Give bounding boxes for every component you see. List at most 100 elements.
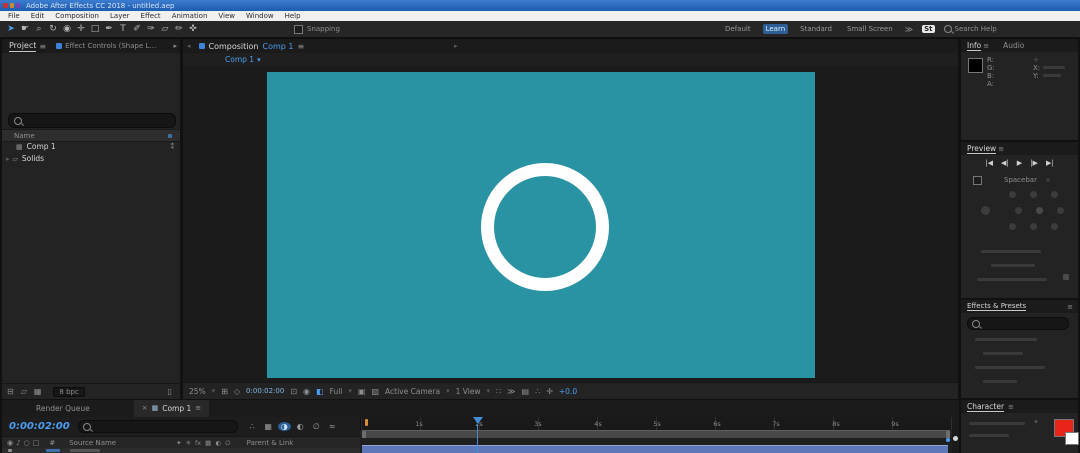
navigator-comp-link[interactable]: Comp 1 — [225, 55, 254, 64]
trash-icon[interactable]: ▯ — [168, 387, 172, 396]
graph-editor-icon[interactable]: ≈ — [326, 422, 339, 431]
bit-depth-button[interactable]: 8 bpc — [53, 387, 84, 397]
preview-shortcut-row[interactable]: Spacebar × — [961, 174, 1078, 186]
snapping-control[interactable]: Snapping — [294, 25, 340, 34]
reset-icon[interactable]: × — [1045, 176, 1051, 184]
workspace-default[interactable]: Default — [722, 24, 754, 34]
include-video-icon[interactable] — [1009, 191, 1016, 198]
menu-edit[interactable]: Edit — [31, 12, 45, 20]
effects-category-row[interactable] — [983, 380, 1017, 383]
tab-overflow-icon[interactable]: ▸ — [173, 42, 177, 50]
effects-search-input[interactable] — [967, 317, 1069, 330]
option-icon[interactable] — [1051, 223, 1058, 230]
include-audio-icon[interactable] — [1030, 191, 1037, 198]
project-panel-menu-icon[interactable]: ≡ — [39, 42, 46, 51]
last-frame-button[interactable]: ▶| — [1046, 159, 1054, 167]
range-icon[interactable] — [1036, 207, 1043, 214]
track-area[interactable] — [360, 438, 952, 453]
camera-tool-icon[interactable]: ◉ — [60, 24, 74, 34]
tab-composition[interactable]: Composition — [209, 42, 259, 51]
layer-label-chip[interactable] — [46, 449, 60, 452]
zoom-slider-knob[interactable] — [953, 436, 958, 441]
grid-guides-icon[interactable]: ⊞ — [221, 387, 228, 396]
shape-tool-icon[interactable]: □ — [88, 24, 102, 34]
pen-tool-icon[interactable]: ✒ — [102, 24, 116, 34]
timeline-search-input[interactable] — [78, 420, 238, 433]
comp-marker[interactable] — [365, 419, 368, 426]
workspace-small-screen[interactable]: Small Screen — [844, 24, 896, 34]
navigator-dropdown-icon[interactable]: ▾ — [257, 56, 261, 64]
resolution-select[interactable]: Full — [330, 387, 343, 396]
current-timecode[interactable]: 0:00:02:00 — [9, 421, 70, 432]
expand-arrow-icon[interactable]: ▸ — [6, 155, 10, 163]
hand-tool-icon[interactable]: ☛ — [18, 24, 32, 34]
panel-scroll-left-icon[interactable]: ◂ — [187, 42, 191, 50]
next-frame-button[interactable]: |▶ — [1030, 159, 1038, 167]
close-tab-icon[interactable]: × — [142, 404, 148, 412]
cache-icon[interactable] — [1015, 207, 1022, 214]
brush-tool-icon[interactable]: ✐ — [130, 24, 144, 34]
show-snapshot-icon[interactable]: ◉ — [303, 387, 310, 396]
quality-icon[interactable]: ▦ — [205, 439, 211, 447]
play-from-icon[interactable] — [1057, 207, 1064, 214]
draft-3d-icon[interactable]: ▦ — [262, 422, 275, 431]
3d-view-select[interactable]: Active Camera — [385, 387, 440, 396]
project-item-comp1[interactable]: ▦ Comp 1 ⁑ — [2, 141, 180, 152]
preview-include-row-1[interactable] — [961, 186, 1078, 202]
eyedropper-icon[interactable]: ✦ — [1033, 418, 1039, 426]
effects-category-row[interactable] — [975, 366, 1045, 369]
roto-brush-tool-icon[interactable]: ✏ — [172, 24, 186, 34]
resolution-dropdown-icon[interactable]: ▾ — [348, 387, 352, 395]
effects-icon[interactable]: fx — [195, 439, 201, 447]
type-tool-icon[interactable]: T — [116, 24, 130, 34]
tab-audio[interactable]: Audio — [1003, 41, 1024, 50]
snapshot-icon[interactable]: ⊡ — [290, 387, 297, 396]
time-ruler[interactable]: 1s 2s 3s 4s 5s 6s 7s 8s 9s — [360, 417, 953, 430]
playhead[interactable] — [473, 417, 483, 453]
shortcut-box[interactable] — [973, 176, 982, 185]
orbit-tool-icon[interactable]: ↻ — [46, 24, 60, 34]
comp-canvas[interactable] — [267, 72, 815, 378]
timeline-button-icon[interactable]: ▤ — [522, 387, 530, 396]
motion-blur-icon[interactable]: ∅ — [310, 422, 323, 431]
mask-visibility-icon[interactable]: ◇ — [234, 387, 240, 396]
reset-exposure-icon[interactable]: ✛ — [546, 387, 553, 396]
tab-render-queue[interactable]: Render Queue — [36, 404, 90, 413]
selection-tool-icon[interactable]: ➤ — [4, 24, 18, 34]
hide-shy-icon[interactable]: ◑ — [278, 422, 291, 431]
mini-flowchart-icon[interactable]: ∴ — [535, 387, 540, 396]
menu-animation[interactable]: Animation — [172, 12, 208, 20]
composition-mini-flowchart-icon[interactable]: ∴ — [246, 422, 259, 431]
menu-window[interactable]: Window — [246, 12, 274, 20]
workspace-learn[interactable]: Learn — [763, 24, 789, 34]
interpret-footage-icon[interactable]: ⊟ — [7, 387, 14, 396]
tab-info[interactable]: Info — [967, 41, 981, 51]
first-frame-button[interactable]: |◀ — [985, 159, 993, 167]
workspace-standard[interactable]: Standard — [797, 24, 835, 34]
timeline-panel-menu-icon[interactable]: ≡ — [195, 404, 201, 412]
menu-help[interactable]: Help — [285, 12, 301, 20]
tab-timeline-comp1[interactable]: × ▦ Comp 1 ≡ — [134, 400, 209, 418]
tab-composition-name[interactable]: Comp 1 — [262, 42, 293, 51]
menu-layer[interactable]: Layer — [110, 12, 130, 20]
search-help-field[interactable]: Search Help — [944, 25, 997, 33]
view-layout-select[interactable]: 1 View — [456, 387, 481, 396]
preview-option-toggle[interactable] — [1063, 274, 1069, 280]
layer-row[interactable] — [2, 448, 360, 453]
layer-duration-bar[interactable] — [362, 445, 948, 453]
menu-effect[interactable]: Effect — [141, 12, 161, 20]
snapping-checkbox[interactable] — [294, 25, 303, 34]
eraser-tool-icon[interactable]: ▱ — [158, 24, 172, 34]
stroke-color-swatch[interactable] — [1065, 432, 1079, 445]
puppet-pin-tool-icon[interactable]: ✜ — [186, 24, 200, 34]
tab-project[interactable]: Project — [9, 41, 36, 52]
option-icon[interactable] — [1009, 223, 1016, 230]
menu-file[interactable]: File — [8, 12, 20, 20]
option-icon[interactable] — [1030, 223, 1037, 230]
preview-include-row-2[interactable] — [961, 202, 1078, 218]
adobe-stock-icon[interactable]: St — [922, 25, 934, 33]
tab-preview[interactable]: Preview — [967, 144, 996, 154]
pan-behind-tool-icon[interactable]: ✛ — [74, 24, 88, 34]
effects-category-row[interactable] — [983, 352, 1023, 355]
circle-shape[interactable] — [481, 163, 609, 291]
